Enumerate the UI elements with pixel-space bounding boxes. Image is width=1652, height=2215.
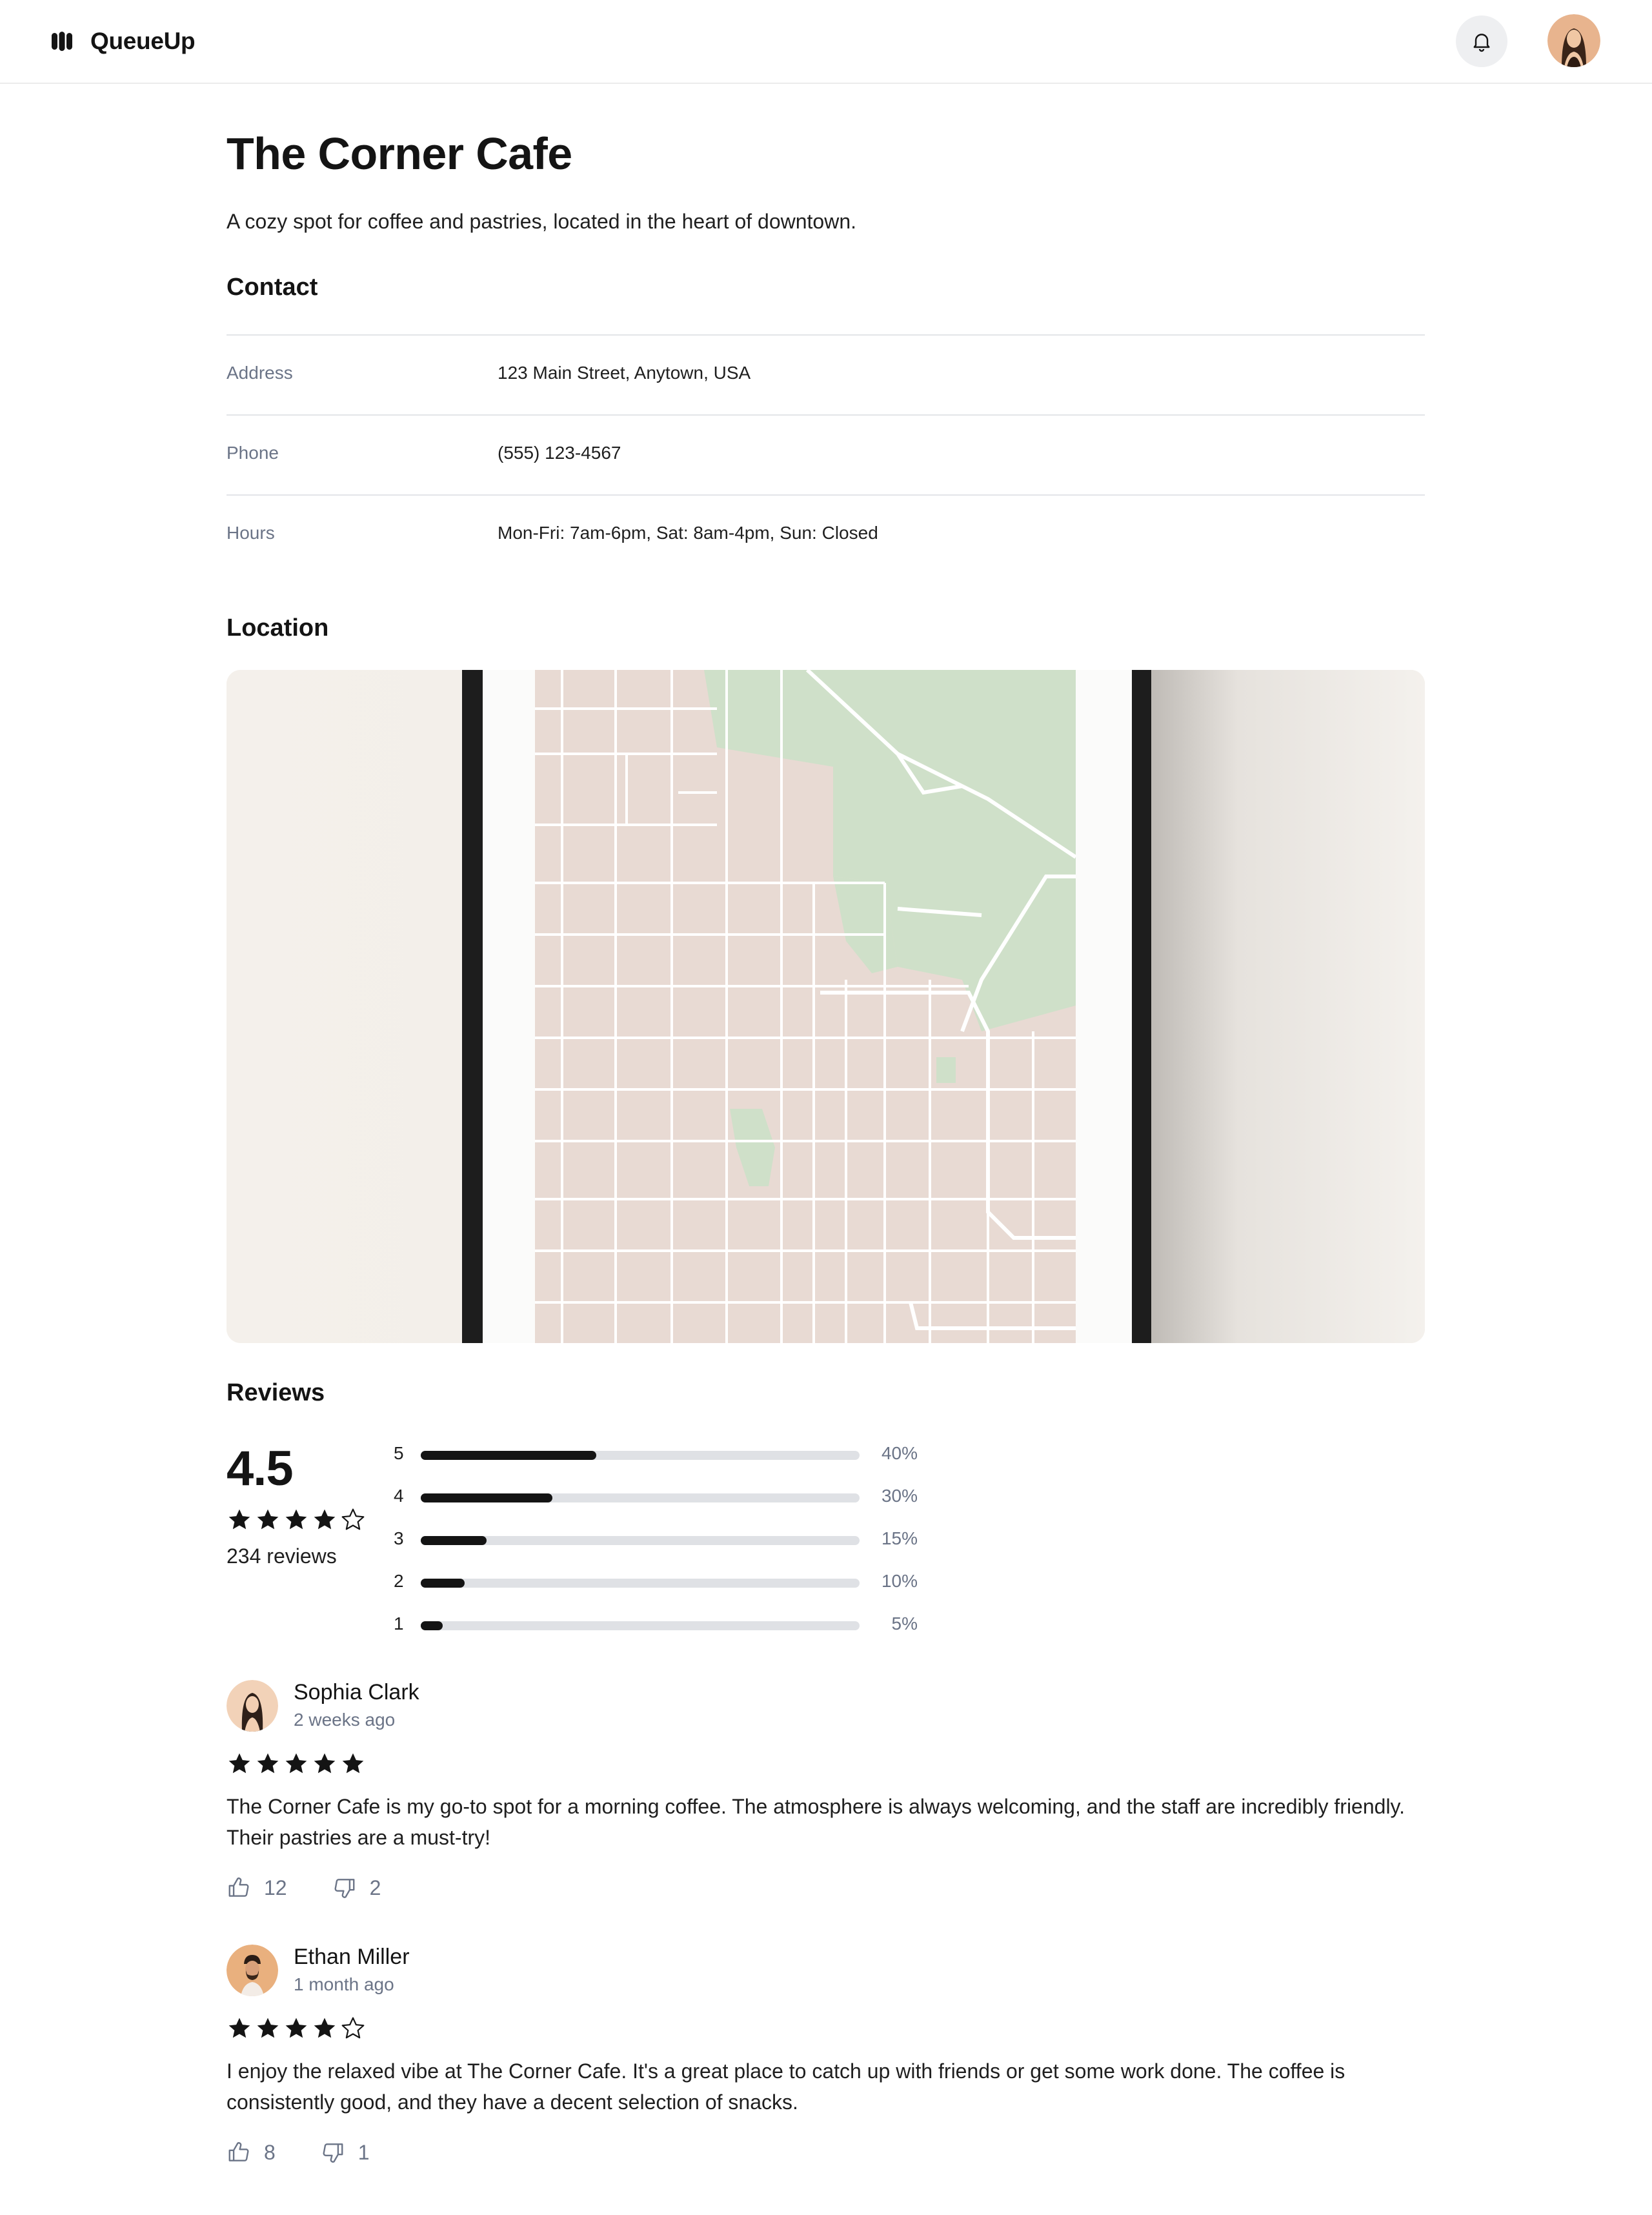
rating-percent: 40% <box>881 1443 918 1463</box>
rating-percent: 5% <box>891 1613 918 1633</box>
like-count: 12 <box>264 1876 287 1899</box>
reviewer-avatar <box>227 1680 278 1732</box>
review-text: I enjoy the relaxed vibe at The Corner C… <box>227 2059 1345 2114</box>
rating-distribution-row: 2 10% <box>394 1568 923 1611</box>
rating-distribution-row: 4 30% <box>394 1483 923 1526</box>
dislike-count: 1 <box>358 2140 370 2164</box>
contact-value: 123 Main Street, Anytown, USA <box>498 363 751 383</box>
star-filled-icon <box>314 1509 336 1530</box>
star-level: 4 <box>394 1486 404 1506</box>
bell-icon <box>1473 34 1490 52</box>
contact-heading: Contact <box>227 274 318 301</box>
star-filled-icon <box>342 1753 364 1774</box>
rating-bar-fill <box>421 1451 596 1460</box>
rating-bar-fill <box>421 1579 465 1588</box>
rating-bar-fill <box>421 1621 443 1630</box>
place-description: A cozy spot for coffee and pastries, loc… <box>227 210 856 233</box>
star-outline-icon <box>341 1508 365 1530</box>
review-text: The Corner Cafe is my go-to spot for a m… <box>227 1795 1405 1849</box>
review-count: 234 reviews <box>227 1544 337 1568</box>
contact-row-phone: Phone (555) 123-4567 <box>227 414 1425 494</box>
star-filled-icon <box>285 1509 307 1530</box>
like-button[interactable]: 8 <box>227 2140 276 2165</box>
thumbs-up-icon <box>228 1877 249 1897</box>
rating-bar-track <box>421 1621 860 1630</box>
contact-label: Phone <box>227 443 279 463</box>
app-name: QueueUp <box>90 28 196 54</box>
reviews-heading: Reviews <box>227 1379 325 1406</box>
reviewer-name: Sophia Clark <box>294 1680 419 1704</box>
star-level: 1 <box>394 1613 404 1633</box>
contact-value: (555) 123-4567 <box>498 443 621 463</box>
star-filled-icon <box>314 1753 336 1774</box>
rating-bar-track <box>421 1536 860 1545</box>
rating-bar-track <box>421 1579 860 1588</box>
star-filled-icon <box>257 2018 279 2038</box>
star-filled-icon <box>228 2018 250 2038</box>
user-avatar[interactable] <box>1547 14 1600 67</box>
thumbs-down-icon <box>334 1879 355 1898</box>
dislike-button[interactable]: 2 <box>332 1876 381 1900</box>
contact-row-address: Address 123 Main Street, Anytown, USA <box>227 334 1425 414</box>
review-votes: 12 2 <box>227 1874 426 1902</box>
dislike-button[interactable]: 1 <box>321 2140 370 2165</box>
location-map[interactable] <box>227 670 1425 1343</box>
rating-percent: 15% <box>881 1528 918 1548</box>
rating-distribution-row: 3 15% <box>394 1526 923 1568</box>
framed-street-map-image <box>227 670 1425 1343</box>
review-date: 1 month ago <box>294 1974 394 1994</box>
rating-distribution-row: 1 5% <box>394 1611 923 1654</box>
rating-distribution: 5 40% 4 30% 3 15% 2 10% 1 5% <box>394 1441 923 1654</box>
notifications-button[interactable] <box>1456 15 1507 67</box>
review-stars <box>227 2016 366 2041</box>
star-level: 2 <box>394 1571 404 1591</box>
thumbs-up-icon <box>228 2142 249 2161</box>
star-filled-icon <box>257 1509 279 1530</box>
brand[interactable]: QueueUp <box>52 23 196 59</box>
contact-table: Address 123 Main Street, Anytown, USA Ph… <box>227 334 1425 574</box>
star-level: 3 <box>394 1528 404 1548</box>
star-filled-icon <box>228 1753 250 1774</box>
average-rating-stars <box>227 1507 366 1533</box>
review-stars <box>227 1751 366 1777</box>
location-heading: Location <box>227 614 329 642</box>
rating-percent: 30% <box>881 1486 918 1506</box>
page-title: The Corner Cafe <box>227 128 572 179</box>
reviewer-avatar <box>227 1945 278 1996</box>
thumbs-down-icon <box>323 2143 343 2163</box>
star-filled-icon <box>285 2018 307 2038</box>
star-filled-icon <box>257 1753 279 1774</box>
contact-label: Address <box>227 363 293 383</box>
top-navigation-bar: QueueUp <box>0 0 1652 84</box>
like-button[interactable]: 12 <box>227 1876 287 1900</box>
star-filled-icon <box>228 1509 250 1530</box>
rating-bar-fill <box>421 1493 552 1502</box>
contact-value: Mon-Fri: 7am-6pm, Sat: 8am-4pm, Sun: Clo… <box>498 523 878 543</box>
star-filled-icon <box>285 1753 307 1774</box>
like-count: 8 <box>264 2140 276 2164</box>
star-filled-icon <box>314 2018 336 2038</box>
dislike-count: 2 <box>369 1876 381 1899</box>
rating-bar-fill <box>421 1536 487 1545</box>
rating-percent: 10% <box>881 1571 918 1591</box>
rating-bar-track <box>421 1493 860 1502</box>
review-date: 2 weeks ago <box>294 1710 396 1730</box>
queueup-logo-icon <box>52 32 72 51</box>
rating-distribution-row: 5 40% <box>394 1441 923 1483</box>
star-level: 5 <box>394 1443 404 1463</box>
review-votes: 8 1 <box>227 2138 415 2167</box>
rating-bar-track <box>421 1451 860 1460</box>
star-outline-icon <box>341 2017 365 2039</box>
average-rating: 4.5 <box>227 1441 294 1496</box>
contact-label: Hours <box>227 523 275 543</box>
contact-row-hours: Hours Mon-Fri: 7am-6pm, Sat: 8am-4pm, Su… <box>227 494 1425 574</box>
reviewer-name: Ethan Miller <box>294 1945 410 1969</box>
